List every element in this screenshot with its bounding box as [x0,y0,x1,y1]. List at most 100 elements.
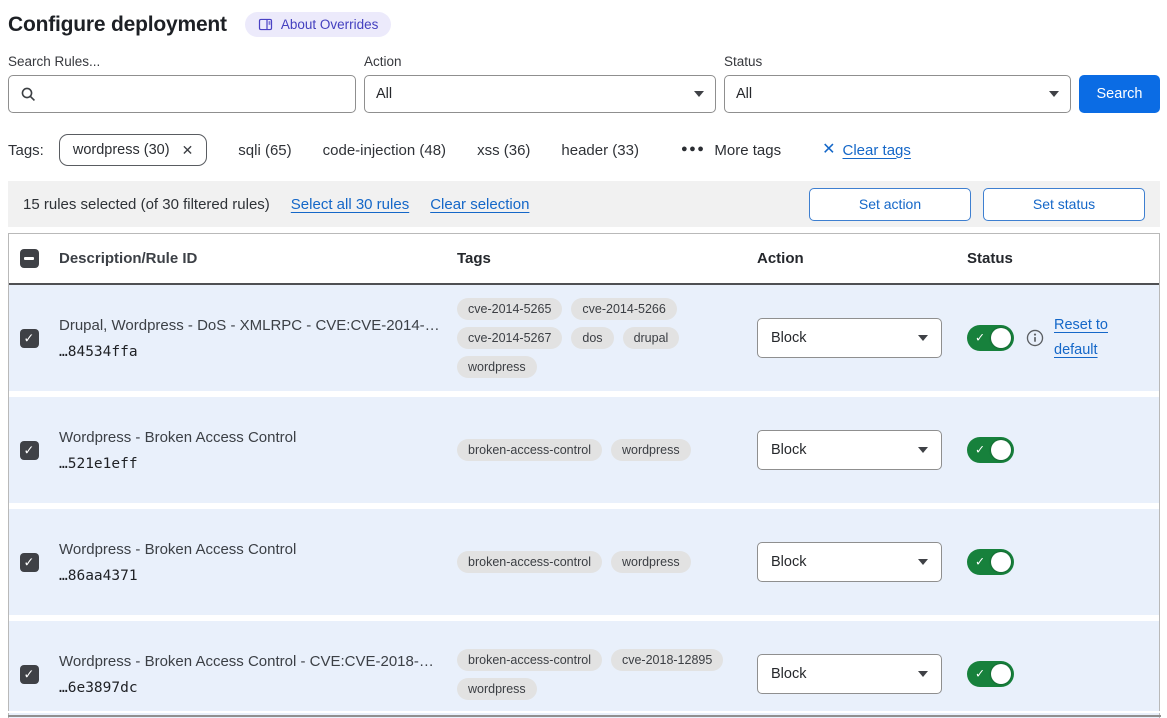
tag-option[interactable]: code-injection (48) [323,142,446,159]
more-tags-button[interactable]: ●●● More tags [681,142,781,159]
about-overrides-badge[interactable]: About Overrides [245,12,392,37]
select-all-checkbox[interactable] [20,249,39,268]
next-row-divider [8,715,1161,718]
rule-tags: broken-access-control wordpress [457,439,732,461]
check-icon: ✓ [975,667,985,681]
search-button[interactable]: Search [1079,75,1160,113]
selected-tag-label: wordpress (30) [73,142,170,158]
search-rules-label: Search Rules... [8,54,356,69]
check-icon: ✓ [24,555,35,568]
search-input-box [8,75,356,113]
tag-pill: dos [571,327,613,349]
tag-option[interactable]: xss (36) [477,142,530,159]
status-filter-select[interactable]: All [724,75,1071,113]
row-checkbox[interactable]: ✓ [20,553,39,572]
tag-pill: cve-2014-5265 [457,298,562,320]
tag-option[interactable]: sqli (65) [238,142,291,159]
status-filter-value: All [736,86,752,102]
action-filter-label: Action [364,54,716,69]
clear-icon: ✕ [822,142,835,158]
tag-pill: wordpress [611,439,691,461]
check-icon: ✓ [24,331,35,344]
tag-pill: cve-2014-5267 [457,327,562,349]
selected-tag-wordpress[interactable]: wordpress (30) ✕ [59,134,207,166]
clear-selection-link[interactable]: Clear selection [430,196,529,213]
tag-pill: wordpress [611,551,691,573]
chevron-down-icon [918,559,928,565]
action-select-value: Block [771,554,806,570]
tags-bar: Tags: wordpress (30) ✕ sqli (65) code-inj… [8,134,1160,166]
set-status-button[interactable]: Set status [983,188,1145,221]
filters-row: Search Rules... Action All Status [8,54,1160,113]
search-rules-group: Search Rules... [8,54,356,113]
page-header: Configure deployment About Overrides [8,12,1160,37]
row-checkbox[interactable]: ✓ [20,329,39,348]
rule-description: Wordpress - Broken Access Control [49,429,457,446]
rule-tags: broken-access-control wordpress [457,551,732,573]
tag-option[interactable]: header (33) [561,142,639,159]
more-tags-label: More tags [714,142,781,159]
table-row: ✓ Wordpress - Broken Access Control …521… [9,397,1159,503]
info-icon[interactable] [1026,329,1044,347]
chevron-down-icon [918,671,928,677]
action-filter-select[interactable]: All [364,75,716,113]
rule-description: Drupal, Wordpress - DoS - XMLRPC - CVE:C… [49,317,457,334]
chevron-down-icon [918,335,928,341]
status-toggle[interactable]: ✓ [967,325,1014,351]
check-icon: ✓ [24,443,35,456]
book-icon [258,17,273,32]
table-row: ✓ Drupal, Wordpress - DoS - XMLRPC - CVE… [9,285,1159,391]
status-toggle[interactable]: ✓ [967,661,1014,687]
set-action-button[interactable]: Set action [809,188,971,221]
action-filter-group: Action All [364,54,716,113]
action-select[interactable]: Block [757,542,942,582]
action-select[interactable]: Block [757,318,942,358]
row-checkbox[interactable]: ✓ [20,665,39,684]
about-overrides-label: About Overrides [281,17,379,32]
tag-pill: broken-access-control [457,551,602,573]
tag-pill: wordpress [457,356,537,378]
status-filter-label: Status [724,54,1071,69]
column-action: Action [757,250,967,267]
toggle-knob [991,664,1011,684]
bulk-actions: Set action Set status [809,188,1145,221]
reset-area: Reset to default [1026,313,1118,362]
row-checkbox[interactable]: ✓ [20,441,39,460]
action-select-value: Block [771,330,806,346]
action-select-value: Block [771,666,806,682]
rule-id: …84534ffa [49,344,457,360]
rule-id: …6e3897dc [49,680,457,696]
tag-pill: drupal [623,327,680,349]
clear-tags-button[interactable]: ✕ Clear tags [822,142,911,159]
tag-pill: broken-access-control [457,649,602,671]
column-tags: Tags [457,250,757,267]
status-toggle[interactable]: ✓ [967,549,1014,575]
reset-to-default-link[interactable]: Reset to default [1054,313,1118,362]
selection-bar: 15 rules selected (of 30 filtered rules)… [8,181,1160,227]
table-row: ✓ Wordpress - Broken Access Control - CV… [9,621,1159,718]
configure-deployment-page: Configure deployment About Overrides Sea… [0,0,1167,718]
toggle-knob [991,440,1011,460]
action-select[interactable]: Block [757,654,942,694]
status-toggle[interactable]: ✓ [967,437,1014,463]
chevron-down-icon [1049,91,1059,97]
action-select[interactable]: Block [757,430,942,470]
table-header: Description/Rule ID Tags Action Status [9,234,1159,285]
remove-tag-icon[interactable]: ✕ [182,143,194,157]
rule-description: Wordpress - Broken Access Control [49,541,457,558]
selection-summary: 15 rules selected (of 30 filtered rules) [23,196,270,213]
table-row: ✓ Wordpress - Broken Access Control …86a… [9,509,1159,615]
search-input[interactable] [45,86,344,102]
tags-label: Tags: [8,142,44,159]
toggle-knob [991,328,1011,348]
ellipsis-icon: ●●● [681,143,705,155]
select-all-link[interactable]: Select all 30 rules [291,196,409,213]
action-filter-value: All [376,86,392,102]
rule-id: …521e1eff [49,456,457,472]
page-title: Configure deployment [8,13,227,37]
rule-id: …86aa4371 [49,568,457,584]
column-description: Description/Rule ID [49,250,457,267]
indeterminate-icon [24,257,34,260]
action-select-value: Block [771,442,806,458]
tag-pill: broken-access-control [457,439,602,461]
